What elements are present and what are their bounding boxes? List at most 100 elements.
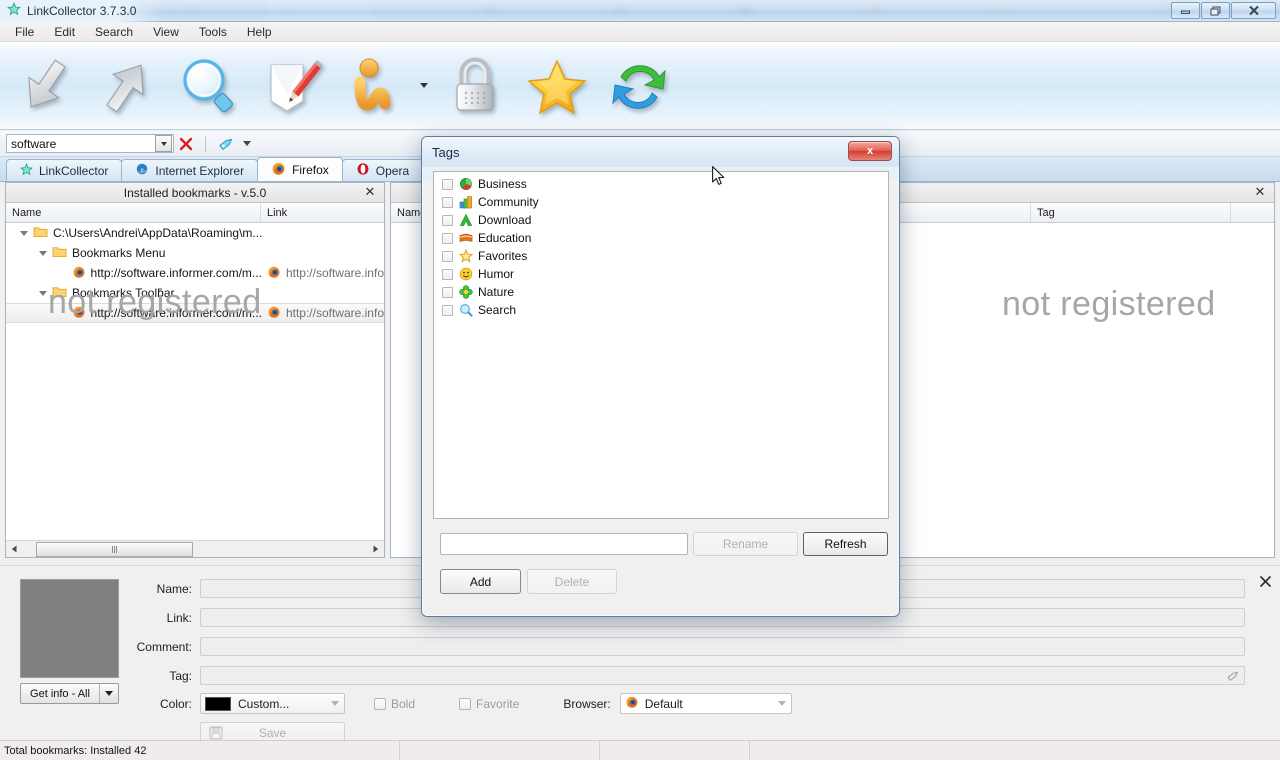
tag-field[interactable] <box>200 666 1245 685</box>
list-item[interactable]: Search <box>434 301 888 319</box>
search-magnifier-icon[interactable] <box>172 49 246 123</box>
column-header-name[interactable]: Name <box>6 202 261 223</box>
get-info-button[interactable]: Get info - All <box>20 683 119 704</box>
tree-expander-icon[interactable] <box>39 290 47 296</box>
favorites-star-icon[interactable] <box>520 49 594 123</box>
refresh-sync-icon[interactable] <box>602 49 676 123</box>
menu-bar: File Edit Search View Tools Help <box>0 22 1280 42</box>
save-label: Save <box>258 725 287 740</box>
user-dropdown-caret-icon[interactable] <box>418 49 430 123</box>
list-item[interactable]: Nature <box>434 283 888 301</box>
import-arrow-down-icon[interactable] <box>8 49 82 123</box>
right-panel-list[interactable]: not registered <box>896 223 1274 556</box>
list-item[interactable]: Favorites <box>434 247 888 265</box>
tag-icon[interactable] <box>213 133 239 155</box>
search-input[interactable]: software <box>6 134 174 153</box>
search-dropdown-caret-icon[interactable] <box>155 135 172 152</box>
dialog-close-button[interactable]: x <box>848 141 892 161</box>
scroll-right-arrow-icon[interactable] <box>367 542 384 557</box>
row-name: Bookmarks Toolbar <box>72 286 175 300</box>
status-cell-2 <box>400 741 600 760</box>
scrollbar-thumb[interactable] <box>36 541 193 557</box>
table-row[interactable]: http://software.informer.com/m... http:/… <box>6 303 384 323</box>
firefox-icon <box>267 265 281 282</box>
tag-name-input[interactable] <box>440 533 688 555</box>
table-row[interactable]: http://software.informer.com/m... http:/… <box>6 263 384 283</box>
folder-icon <box>52 285 67 301</box>
menu-item-edit[interactable]: Edit <box>45 23 84 41</box>
chevron-down-icon[interactable] <box>777 701 786 706</box>
tag-label: Humor <box>478 267 515 281</box>
favorite-checkbox-box[interactable] <box>459 697 472 710</box>
color-dropdown[interactable]: Custom... <box>200 693 345 714</box>
tags-list[interactable]: Business Community Download Education Fa… <box>433 171 889 519</box>
star-icon <box>458 249 473 264</box>
tag-dropdown-caret-icon[interactable] <box>239 133 255 155</box>
menu-item-file[interactable]: File <box>6 23 43 41</box>
comment-field[interactable] <box>200 637 1245 656</box>
community-icon <box>458 195 473 210</box>
edit-note-pencil-icon[interactable] <box>254 49 328 123</box>
tag-checkbox[interactable] <box>442 268 453 280</box>
list-item[interactable]: Community <box>434 193 888 211</box>
menu-item-search[interactable]: Search <box>86 23 142 41</box>
form-close-button[interactable] <box>1257 573 1273 589</box>
list-item[interactable]: Business <box>434 175 888 193</box>
left-panel-close-button[interactable]: ✕ <box>362 184 378 200</box>
bold-checkbox-box[interactable] <box>374 697 386 710</box>
menu-item-view[interactable]: View <box>144 23 188 41</box>
toolbar-separator <box>205 135 206 152</box>
menu-item-tools[interactable]: Tools <box>190 23 236 41</box>
bookmarks-tree[interactable]: not registered C:\Users\Andrei\AppData\R… <box>6 223 384 540</box>
scrollbar-track[interactable] <box>23 541 367 557</box>
export-arrow-up-icon[interactable] <box>90 49 164 123</box>
tag-checkbox[interactable] <box>442 250 453 262</box>
column-header-tag[interactable]: Tag <box>1031 202 1231 223</box>
restore-button[interactable] <box>1201 2 1230 19</box>
table-row[interactable]: C:\Users\Andrei\AppData\Roaming\m... <box>6 223 384 243</box>
tree-expander-icon[interactable] <box>20 230 28 236</box>
table-row[interactable]: Bookmarks Menu <box>6 243 384 263</box>
list-item[interactable]: Humor <box>434 265 888 283</box>
column-header-spacer <box>896 202 1031 223</box>
tag-checkbox[interactable] <box>442 232 453 244</box>
right-tags-panel: ✕ Tag not registered <box>895 182 1275 558</box>
close-button[interactable] <box>1231 2 1276 19</box>
chevron-down-icon[interactable] <box>331 701 339 706</box>
favorite-checkbox[interactable]: Favorite <box>459 697 519 711</box>
horizontal-scrollbar[interactable] <box>6 540 384 557</box>
tree-expander-icon[interactable] <box>39 250 47 256</box>
row-name: http://software.informer.com/m... <box>90 306 262 320</box>
tag-checkbox[interactable] <box>442 286 453 298</box>
column-header-link[interactable]: Link <box>261 203 384 223</box>
delete-tag-button[interactable]: Delete <box>527 569 617 594</box>
rename-tag-button[interactable]: Rename <box>693 532 798 556</box>
tag-checkbox[interactable] <box>442 304 453 316</box>
clear-search-button[interactable] <box>174 132 198 156</box>
browser-dropdown[interactable]: Default <box>619 693 792 714</box>
tag-checkbox[interactable] <box>442 196 453 208</box>
list-item[interactable]: Download <box>434 211 888 229</box>
refresh-tags-button[interactable]: Refresh <box>803 532 888 556</box>
opera-icon <box>356 162 370 179</box>
window-title: LinkCollector 3.7.3.0 <box>27 3 137 18</box>
menu-item-help[interactable]: Help <box>238 23 281 41</box>
column-header-end <box>1231 203 1274 223</box>
tag-picker-icon[interactable] <box>1227 669 1240 685</box>
user-profile-icon[interactable] <box>336 49 410 123</box>
scroll-left-arrow-icon[interactable] <box>6 542 23 557</box>
bold-checkbox[interactable]: Bold <box>374 697 415 711</box>
right-panel-close-button[interactable]: ✕ <box>1252 184 1268 200</box>
get-info-dropdown-caret-icon[interactable] <box>99 684 118 703</box>
add-tag-button[interactable]: Add <box>440 569 521 594</box>
tag-checkbox[interactable] <box>442 178 453 190</box>
list-item[interactable]: Education <box>434 229 888 247</box>
tag-checkbox[interactable] <box>442 214 453 226</box>
tab-internet-explorer[interactable]: e Internet Explorer <box>121 159 259 181</box>
minimize-button[interactable] <box>1171 2 1200 19</box>
tab-firefox[interactable]: Firefox <box>257 157 343 181</box>
field-row-color: Color: Custom... Bold Favorite Browser: <box>120 693 792 714</box>
lock-icon[interactable] <box>438 49 512 123</box>
table-row[interactable]: Bookmarks Toolbar <box>6 283 384 303</box>
tab-linkcollector[interactable]: LinkCollector <box>6 159 123 181</box>
